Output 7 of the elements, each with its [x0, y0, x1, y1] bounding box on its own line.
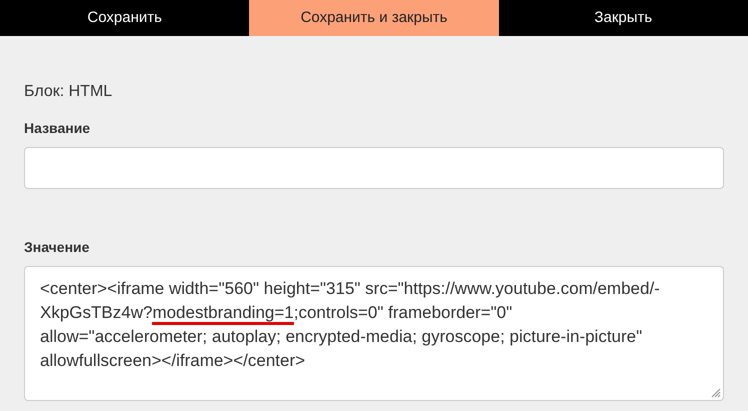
field-label: Название — [24, 119, 92, 138]
name-input-field[interactable] — [24, 147, 724, 189]
resize-grip-icon[interactable] — [711, 388, 721, 398]
block-type-label: Блок: HTML — [24, 82, 114, 102]
field-label: Значение — [24, 238, 90, 257]
toolbar-button[interactable]: Сохранить и закрыть — [249, 0, 499, 36]
value-text-area[interactable]: <center><iframe width="560" height="315" src="https://www.youtube.com/embed/-XkpGsTBz4w?modestbranding=1;controls=0" frameborder="0" allow="accelerometer; autoplay; encrypted-media; gyroscope; picture-in-picture" allowfullscreen></iframe></center> — [24, 266, 724, 401]
